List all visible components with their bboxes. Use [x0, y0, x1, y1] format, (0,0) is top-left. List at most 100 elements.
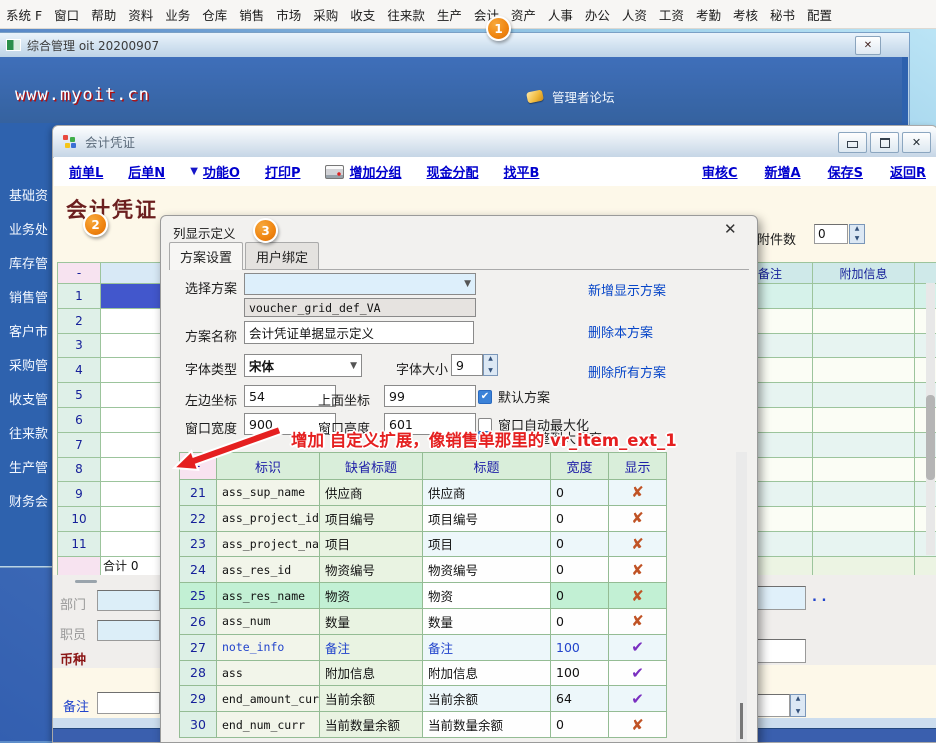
toolbar-返回R[interactable]: 返回R	[890, 162, 926, 181]
menu-item-配置[interactable]: 配置	[801, 5, 838, 24]
browse-dots[interactable]: . .	[812, 590, 826, 605]
toolbar-打印P[interactable]: 打印P	[265, 162, 301, 181]
grid-row[interactable]: 7	[58, 433, 162, 458]
cell[interactable]: ✔	[609, 661, 667, 687]
column-header-宽度[interactable]: 宽度	[551, 453, 609, 480]
forum-link[interactable]: 管理者论坛	[527, 87, 615, 106]
menu-item-帮助[interactable]: 帮助	[85, 5, 122, 24]
grid-row-right[interactable]	[756, 458, 936, 483]
column-header-标题[interactable]: 标题	[423, 453, 551, 480]
menu-item-往来款[interactable]: 往来款	[381, 5, 431, 24]
notification-badge-1[interactable]: 1	[486, 16, 511, 41]
cell[interactable]: ✔	[609, 686, 667, 712]
sidebar-item-基础资[interactable]: 基础资	[9, 185, 48, 204]
top-coord-input[interactable]: 99	[384, 385, 476, 407]
tab-方案设置[interactable]: 方案设置	[169, 242, 243, 270]
sidebar-item-采购管[interactable]: 采购管	[9, 355, 48, 374]
grid-cell[interactable]	[101, 383, 162, 408]
toolbar-前单L[interactable]: 前单L	[69, 162, 103, 181]
cell[interactable]: ✔	[609, 635, 667, 661]
close-button[interactable]: ✕	[902, 132, 931, 153]
sidebar-item-往来款[interactable]: 往来款	[9, 423, 48, 442]
table-row-24[interactable]: 24ass_res_id物资编号物资编号0✘	[180, 557, 667, 583]
menu-item-考核[interactable]: 考核	[727, 5, 764, 24]
menu-item-市场[interactable]: 市场	[270, 5, 307, 24]
tab-用户绑定[interactable]: 用户绑定	[245, 242, 319, 269]
table-row-23[interactable]: 23ass_project_name项目项目0✘	[180, 532, 667, 558]
sidebar-item-收支管[interactable]: 收支管	[9, 389, 48, 408]
grid-row[interactable]: 8	[58, 458, 162, 483]
sidebar-item-客户市[interactable]: 客户市	[9, 321, 48, 340]
sidebar-item-生产管[interactable]: 生产管	[9, 457, 48, 476]
grid-cell[interactable]	[101, 309, 162, 334]
grid-row-right[interactable]	[756, 334, 936, 359]
menu-item-生产[interactable]: 生产	[431, 5, 468, 24]
grid-row[interactable]: 11	[58, 532, 162, 557]
select-scheme-combo[interactable]: ▼	[244, 273, 476, 295]
sidebar-item-库存管[interactable]: 库存管	[9, 253, 48, 272]
toolbar-找平B[interactable]: 找平B	[504, 162, 540, 181]
right-form-stepper[interactable]: ▲▼	[790, 694, 806, 717]
table-row-21[interactable]: 21ass_sup_name供应商供应商0✘	[180, 480, 667, 506]
menu-item-考勤[interactable]: 考勤	[690, 5, 727, 24]
sidebar-item-业务处[interactable]: 业务处	[9, 219, 48, 238]
attachment-count-input[interactable]: 0	[814, 224, 848, 244]
grid-cell[interactable]	[101, 408, 162, 433]
grid-row[interactable]: 2	[58, 309, 162, 334]
attachment-count-stepper[interactable]: ▲▼	[849, 224, 865, 244]
table-row-28[interactable]: 28ass附加信息附加信息100✔	[180, 661, 667, 687]
dept-input[interactable]	[97, 590, 160, 611]
grid-cell[interactable]	[101, 358, 162, 383]
menu-item-系统 F[interactable]: 系统 F	[0, 5, 48, 24]
grid-row[interactable]: 5	[58, 383, 162, 408]
sidebar-item-销售管[interactable]: 销售管	[9, 287, 48, 306]
table-row-27[interactable]: 27note_info备注备注100✔	[180, 635, 667, 661]
grid-cell[interactable]	[101, 532, 162, 557]
voucher-grid-right[interactable]: 备注附加信息	[756, 262, 936, 576]
table-row-22[interactable]: 22ass_project_id项目编号项目编号0✘	[180, 506, 667, 532]
notification-badge-2[interactable]: 2	[83, 212, 108, 237]
menu-item-资产[interactable]: 资产	[505, 5, 542, 24]
menu-item-资料[interactable]: 资料	[122, 5, 159, 24]
menu-item-工资[interactable]: 工资	[653, 5, 690, 24]
grid-row-right[interactable]	[756, 433, 936, 458]
grid-cell[interactable]	[101, 334, 162, 359]
grid-row-right[interactable]	[756, 507, 936, 532]
table-row-30[interactable]: 30end_num_curr当前数量余额当前数量余额0✘	[180, 712, 667, 738]
toolbar-现金分配[interactable]: 现金分配	[427, 162, 479, 181]
link-新增显示方案[interactable]: 新增显示方案	[588, 280, 666, 299]
dialog-scrollbar-thumb[interactable]	[740, 703, 743, 739]
font-size-stepper[interactable]: ▲▼	[483, 354, 498, 376]
toolbar-保存S[interactable]: 保存S	[828, 162, 863, 181]
grid-cell[interactable]	[101, 482, 162, 507]
grid-row-right[interactable]	[756, 408, 936, 433]
cell[interactable]: ✘	[609, 609, 667, 635]
grid-row[interactable]: 4	[58, 358, 162, 383]
grid-row[interactable]: 1	[58, 284, 162, 309]
table-row-25[interactable]: 25ass_res_name物资物资0✘	[180, 583, 667, 609]
grid-cell[interactable]	[101, 284, 162, 309]
toolbar-增加分组[interactable]: 增加分组	[325, 162, 401, 181]
menu-item-收支[interactable]: 收支	[344, 5, 381, 24]
menu-item-人资[interactable]: 人资	[616, 5, 653, 24]
grid-row[interactable]: 3	[58, 334, 162, 359]
font-type-combo[interactable]: 宋体▼	[244, 354, 362, 377]
maximize-button[interactable]	[870, 132, 899, 153]
toolbar-新增A[interactable]: 新增A	[765, 162, 801, 181]
column-definition-table[interactable]: -标识缺省标题标题宽度显示21ass_sup_name供应商供应商0✘22ass…	[179, 452, 667, 738]
grid-row-right[interactable]	[756, 358, 936, 383]
notification-badge-3[interactable]: 3	[253, 218, 278, 243]
grid-row[interactable]: 10	[58, 507, 162, 532]
splitter-handle[interactable]	[75, 580, 97, 583]
grid-row-right[interactable]	[756, 383, 936, 408]
dialog-scrollbar-track[interactable]	[736, 452, 747, 742]
grid-row[interactable]: 6	[58, 408, 162, 433]
column-header-缺省标题[interactable]: 缺省标题	[320, 453, 423, 480]
grid-row[interactable]: 9	[58, 482, 162, 507]
grid-cell[interactable]	[101, 433, 162, 458]
banner-url[interactable]: www.myoit.cn	[15, 85, 150, 105]
link-删除所有方案[interactable]: 删除所有方案	[588, 362, 666, 381]
menu-item-办公[interactable]: 办公	[579, 5, 616, 24]
minimize-button[interactable]	[838, 132, 867, 153]
link-删除本方案[interactable]: 删除本方案	[588, 322, 653, 341]
